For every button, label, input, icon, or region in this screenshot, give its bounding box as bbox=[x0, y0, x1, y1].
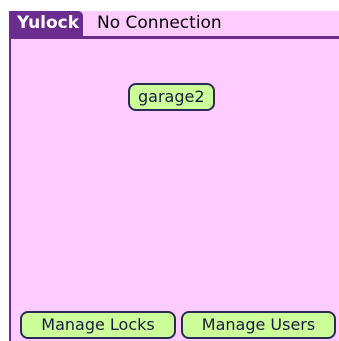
app-screen: Yulock No Connection garage2 Manage Lock… bbox=[9, 11, 339, 341]
title-bar: Yulock No Connection bbox=[11, 11, 339, 39]
connection-status: No Connection bbox=[97, 13, 222, 33]
bottom-button-bar: Manage Locks Manage Users bbox=[11, 311, 339, 341]
manage-locks-button[interactable]: Manage Locks bbox=[20, 311, 176, 339]
manage-users-button[interactable]: Manage Users bbox=[181, 311, 336, 339]
lock-button-garage2[interactable]: garage2 bbox=[128, 83, 215, 111]
app-title: Yulock bbox=[11, 11, 84, 36]
